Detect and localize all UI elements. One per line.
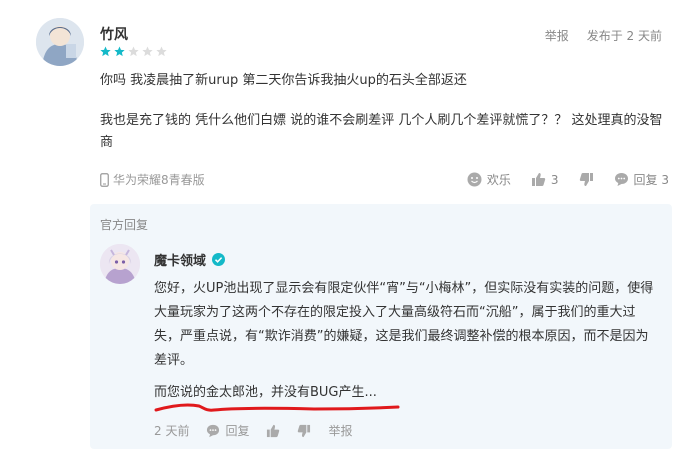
review-paragraph-1: 你吗 我凌晨抽了新urup 第二天你告诉我抽火up的石头全部返还 (100, 73, 467, 88)
report-button[interactable]: 举报 (545, 27, 569, 44)
official-name-row: 魔卡领域 (154, 250, 226, 269)
star-filled-icon (100, 46, 111, 57)
like-button[interactable]: 3 (531, 172, 559, 187)
official-reply-text: 您好，火UP池出现了显示会有限定伙伴“宵”与“小梅林”，但实际没有实装的问题，使… (154, 281, 654, 368)
official-report-button[interactable]: 举报 (328, 422, 352, 439)
comment-icon (614, 173, 628, 186)
user-avatar[interactable] (36, 18, 84, 66)
review-actions: 欢乐 3 回复 3 (467, 171, 669, 188)
official-reply-box: 官方回复 魔卡领域 您好，火UP池出现了显示会有限定伙伴“宵”与“小梅林”，但实… (90, 204, 672, 449)
star-empty-icon (142, 46, 153, 57)
dislike-button[interactable] (579, 172, 594, 187)
official-reply-button[interactable]: 回复 (206, 422, 249, 439)
star-empty-icon (156, 46, 167, 57)
official-reply-label: 回复 (225, 424, 250, 438)
posted-time: 发布于 2 天前 (586, 29, 662, 43)
device-name: 华为荣耀8青春版 (113, 173, 205, 187)
review-card: 竹风 举报 发布于 2 天前 你吗 我凌晨抽了新urup 第二天你告诉我抽火up… (0, 0, 699, 457)
thumbs-up-icon (531, 173, 546, 186)
review-paragraph-2: 我也是充了钱的 凭什么他们白嫖 说的谁不会刷差评 几个人刷几个差评就慌了？？ 这… (100, 113, 663, 150)
star-filled-icon (114, 46, 125, 57)
official-like-button[interactable] (266, 424, 280, 438)
star-empty-icon (128, 46, 139, 57)
phone-icon (100, 172, 109, 187)
verified-icon (212, 253, 226, 266)
fun-button[interactable]: 欢乐 (467, 171, 511, 188)
star-rating (100, 46, 167, 57)
reply-label: 回复 3 (633, 173, 669, 187)
like-count: 3 (550, 172, 559, 187)
fun-label: 欢乐 (486, 173, 511, 187)
official-dislike-button[interactable] (297, 424, 311, 438)
thumbs-down-icon (298, 424, 311, 437)
official-name[interactable]: 魔卡领域 (154, 250, 206, 269)
official-reply-footer: 2 天前 回复 举报 (154, 422, 352, 439)
official-reply-label: 官方回复 (100, 218, 149, 232)
thumbs-down-icon (579, 173, 593, 186)
top-actions: 举报 发布于 2 天前 (545, 27, 662, 44)
official-reply-time: 2 天前 (154, 424, 190, 438)
official-avatar[interactable] (100, 244, 140, 284)
thumbs-up-icon (267, 424, 280, 437)
red-underline-annotation (154, 403, 400, 412)
smile-icon (467, 172, 482, 187)
username[interactable]: 竹风 (100, 24, 128, 44)
comment-icon (207, 424, 220, 437)
device-info: 华为荣耀8青春版 (100, 171, 205, 188)
reply-button[interactable]: 回复 3 (614, 171, 669, 188)
